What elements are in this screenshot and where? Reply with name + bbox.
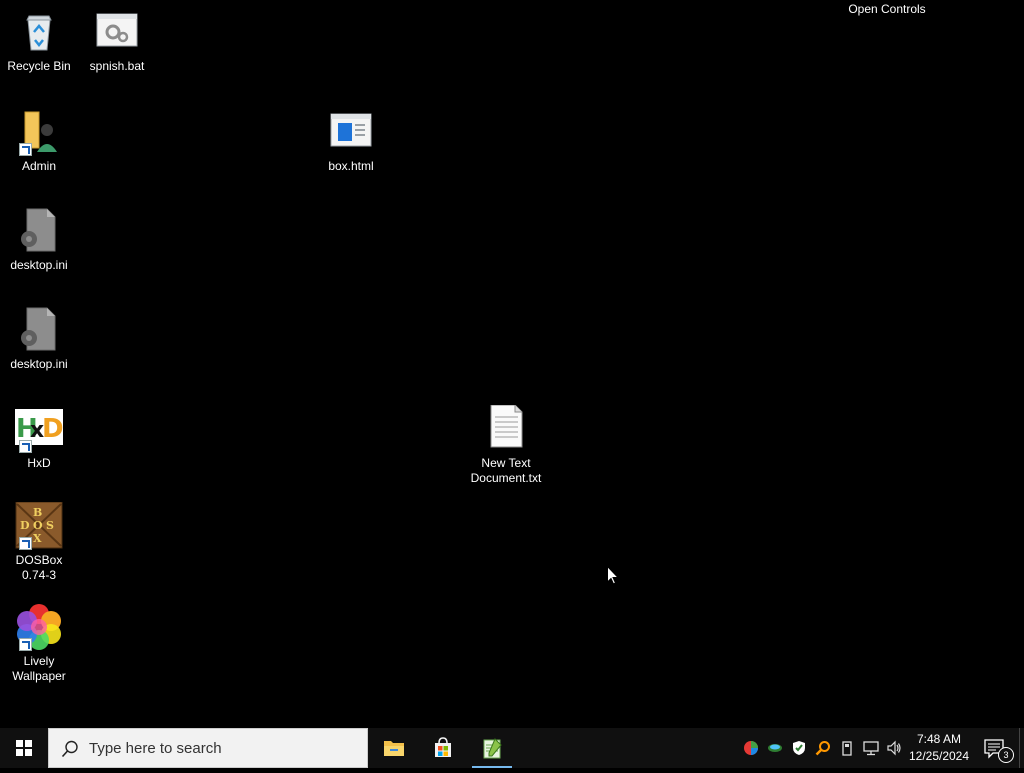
color-app-icon[interactable]	[743, 740, 759, 756]
network-icon[interactable]	[863, 740, 879, 756]
user-folder-icon	[15, 108, 63, 156]
desktop-icon-spnish-bat[interactable]: spnish.bat	[78, 8, 156, 74]
text-document-icon	[482, 405, 530, 453]
desktop-icon-label: desktop.ini	[10, 357, 68, 371]
search-box[interactable]: Type here to search	[48, 728, 368, 768]
desktop-icon-new-text-document[interactable]: New Text Document.txt	[467, 405, 545, 486]
usb-device-icon[interactable]	[839, 740, 855, 756]
desktop-icon-label: DOSBox 0.74-3	[15, 553, 63, 582]
taskbar-app-microsoft-store[interactable]	[419, 728, 467, 768]
batch-file-icon	[93, 8, 141, 56]
desktop-icon-label: Admin	[21, 159, 56, 173]
desktop-icon-desktop-ini[interactable]: desktop.ini	[0, 306, 78, 372]
hxd-icon: H x D	[15, 405, 63, 453]
search-tool-icon[interactable]	[815, 740, 831, 756]
notification-count-badge: 3	[998, 747, 1014, 763]
taskbar-clock[interactable]: 7:48 AM 12/25/2024	[906, 731, 972, 765]
shortcut-arrow-icon	[19, 537, 32, 550]
desktop-icon-recycle-bin[interactable]: Recycle Bin	[0, 8, 78, 74]
shortcut-arrow-icon	[19, 638, 32, 651]
mouse-cursor-icon	[607, 565, 620, 585]
microsoft-store-icon	[435, 737, 451, 757]
dosbox-icon: B D O S X	[15, 502, 63, 550]
desktop-icon-label: desktop.ini	[10, 258, 68, 272]
taskbar: Type here to search 7:48 AM 12/25/2024 3	[0, 728, 1024, 768]
notepad-plus-plus-icon	[483, 738, 502, 759]
desktop-icon-label: Recycle Bin	[7, 59, 71, 73]
desktop-icon-admin[interactable]: Admin	[0, 108, 78, 174]
svg-text:B: B	[33, 506, 42, 519]
svg-text:X: X	[33, 532, 42, 545]
lively-wallpaper-icon	[15, 603, 63, 651]
security-shield-icon[interactable]	[791, 740, 807, 756]
search-placeholder: Type here to search	[89, 740, 222, 757]
clock-time: 7:48 AM	[916, 732, 962, 746]
file-explorer-icon	[384, 741, 404, 756]
action-center-button[interactable]: 3	[980, 728, 1016, 768]
desktop-icon-hxd[interactable]: H x D HxD	[0, 405, 78, 471]
volume-icon[interactable]	[886, 740, 902, 756]
desktop: Open Controls Recycle Bin spnish.bat Adm…	[0, 0, 1024, 728]
desktop-icon-lively-wallpaper[interactable]: Lively Wallpaper	[0, 603, 78, 684]
network-drive-icon[interactable]	[767, 740, 783, 756]
taskbar-app-notepad-plus-plus[interactable]	[468, 728, 516, 768]
html-file-icon	[327, 108, 375, 156]
shortcut-arrow-icon	[19, 440, 32, 453]
svg-text:D: D	[20, 519, 30, 532]
show-desktop-button[interactable]	[1019, 728, 1024, 768]
desktop-icon-box-html[interactable]: box.html	[312, 108, 390, 174]
search-icon	[61, 740, 78, 758]
recycle-bin-icon	[15, 8, 63, 56]
desktop-icon-dosbox[interactable]: B D O S X DOSBox 0.74-3	[0, 502, 78, 583]
shortcut-arrow-icon	[19, 143, 32, 156]
desktop-icon-label: New Text Document.txt	[470, 456, 542, 485]
desktop-icon-label: spnish.bat	[89, 59, 145, 73]
desktop-icon-label: Lively Wallpaper	[12, 654, 66, 683]
start-button[interactable]	[0, 728, 48, 768]
svg-text:O: O	[33, 519, 43, 532]
desktop-icon-label: box.html	[328, 159, 374, 173]
open-controls-button[interactable]: Open Controls	[845, 2, 929, 16]
desktop-icon-label: HxD	[27, 456, 51, 470]
settings-file-icon	[15, 306, 63, 354]
settings-file-icon	[15, 207, 63, 255]
taskbar-app-file-explorer[interactable]	[370, 728, 418, 768]
windows-start-icon	[16, 740, 32, 756]
clock-date: 12/25/2024	[908, 749, 970, 763]
svg-text:S: S	[46, 519, 54, 532]
desktop-icon-desktop-ini[interactable]: desktop.ini	[0, 207, 78, 273]
svg-text:D: D	[42, 414, 63, 444]
